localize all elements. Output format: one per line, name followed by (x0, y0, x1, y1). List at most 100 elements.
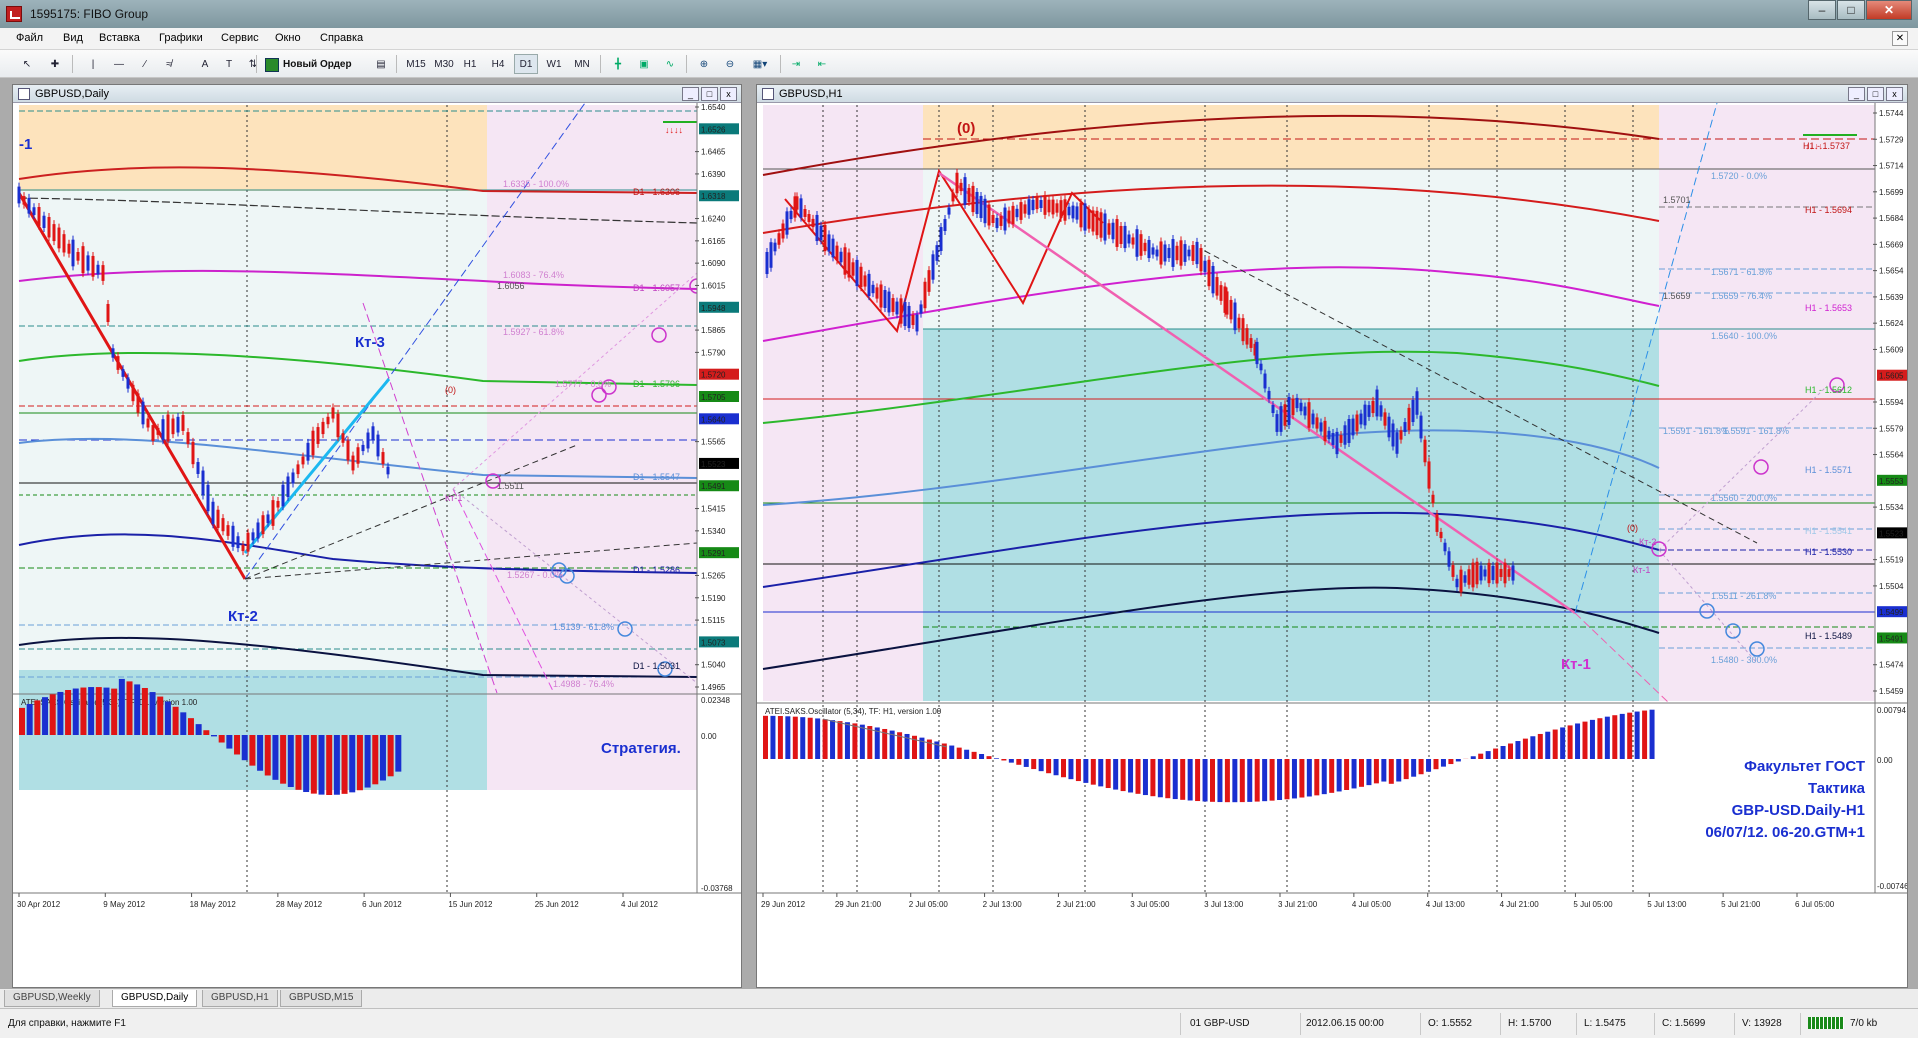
tf-d1[interactable]: D1 (514, 54, 538, 74)
chart-close-button[interactable]: x (1886, 87, 1903, 101)
candle-body (1219, 285, 1223, 301)
maximize-button[interactable]: □ (1837, 0, 1865, 20)
trendline-icon[interactable]: ∕ (136, 54, 154, 74)
chart-shift-icon[interactable]: ⇤ (812, 54, 832, 74)
candle-body (1087, 209, 1091, 229)
date-label: 5 Jul 13:00 (1647, 900, 1687, 909)
tf-mn[interactable]: MN (570, 54, 594, 74)
tf-w1[interactable]: W1 (542, 54, 566, 74)
cursor-icon[interactable]: ↖ (18, 54, 36, 74)
candle-body (931, 254, 935, 280)
tab-gbpusd-weekly[interactable]: GBPUSD,Weekly (4, 990, 100, 1007)
candle-body (951, 192, 955, 202)
candle-chart-icon[interactable]: ▣ (634, 54, 654, 74)
tf-h1[interactable]: H1 (458, 54, 482, 74)
tf-m15[interactable]: M15 (402, 54, 430, 74)
candle-body (1225, 291, 1229, 315)
osc-top: 0.00794 (1877, 706, 1906, 715)
candle-body (1241, 318, 1245, 342)
osc-bar (1277, 759, 1283, 801)
osc-bar (172, 706, 179, 735)
candle-body (843, 247, 847, 275)
text-icon[interactable]: A (196, 54, 214, 74)
label-f6083: 1.6083 - 76.4% (503, 270, 564, 280)
price-label: 1.5948 (701, 304, 726, 313)
osc-bar (949, 745, 955, 759)
label-kt1: Кт-1 (1561, 656, 1591, 673)
horizontal-line-icon[interactable]: — (110, 54, 128, 74)
candle-body (1255, 341, 1259, 365)
candle-body (1199, 248, 1203, 272)
osc-bar (257, 735, 264, 771)
candle-body (67, 243, 71, 254)
candle-body (1107, 223, 1111, 235)
menu-file[interactable]: Файл (16, 32, 43, 44)
candle-body (286, 476, 290, 498)
candle-body (975, 192, 979, 214)
h1-chart-canvas[interactable]: ↓↓↓↓ (0) Кт-1 Кт-1 Кт-2 (0) 1.5720 - 0.0… (757, 103, 1907, 987)
price-label: 1.5523 (1879, 529, 1904, 538)
tile-windows-icon[interactable]: ▦▾ (746, 54, 774, 74)
candle-body (939, 227, 943, 251)
menu-charts[interactable]: Графики (159, 32, 203, 44)
label-h1-5541: H1 - 1.5541 (1805, 526, 1852, 536)
channel-icon[interactable]: ≉ (160, 54, 178, 74)
candle-body (126, 377, 130, 389)
price-label: 1.5040 (701, 661, 726, 670)
tf-m30[interactable]: M30 (430, 54, 458, 74)
status-profile: 01 GBP-USD (1190, 1018, 1250, 1029)
bar-chart-icon[interactable]: ╋ (608, 54, 628, 74)
menu-window[interactable]: Окно (275, 32, 301, 44)
candle-body (987, 204, 991, 226)
osc-bar (1284, 759, 1290, 800)
osc-bar (272, 735, 279, 780)
chart-window-h1[interactable]: GBPUSD,H1 _ □ x ↓↓↓↓ (0) Кт-1 Кт-1 Кт-2 … (756, 84, 1908, 988)
osc-bar (822, 719, 828, 759)
close-button[interactable]: ✕ (1866, 0, 1912, 20)
new-order-button[interactable]: Новый Ордер (262, 54, 372, 74)
candle-body (1307, 402, 1311, 428)
candle-body (1399, 430, 1403, 440)
experts-icon[interactable]: ▤ (372, 54, 390, 74)
autoscroll-icon[interactable]: ⇥ (786, 54, 806, 74)
minimize-button[interactable]: – (1808, 0, 1836, 20)
tab-gbpusd-daily[interactable]: GBPUSD,Daily (112, 990, 198, 1007)
status-traffic: 7/0 kb (1850, 1018, 1878, 1029)
chart-maximize-button[interactable]: □ (1867, 87, 1884, 101)
candle-body (1395, 432, 1399, 454)
price-label: 1.5523 (701, 460, 726, 469)
date-label: 2 Jul 05:00 (909, 900, 949, 909)
menu-help[interactable]: Справка (320, 32, 363, 44)
osc-bar (1232, 759, 1238, 803)
candle-body (176, 416, 180, 433)
candle-body (1379, 405, 1383, 417)
candle-body (336, 413, 340, 438)
tab-gbpusd-m15[interactable]: GBPUSD,M15 (280, 990, 363, 1007)
menu-insert[interactable]: Вставка (99, 32, 140, 44)
close-child-icon[interactable]: ✕ (1892, 31, 1908, 46)
candle-body (1287, 397, 1291, 425)
candle-body (306, 442, 310, 461)
osc-bar (1545, 731, 1551, 759)
price-label: 1.5291 (701, 549, 726, 558)
chart-maximize-button[interactable]: □ (701, 87, 718, 101)
crosshair-icon[interactable]: ✚ (46, 54, 64, 74)
chart-close-button[interactable]: x (720, 87, 737, 101)
candle-body (795, 196, 799, 210)
arrows-icon[interactable]: ⇅ (244, 54, 262, 74)
osc-bar (1500, 746, 1506, 759)
menu-tools[interactable]: Сервис (221, 32, 259, 44)
daily-chart-canvas[interactable]: ↓↓↓↓ -1 Кт-3 Кт-2 Кт-1 (0) D1 - 1.6306 D… (13, 103, 741, 987)
label-icon[interactable]: T (220, 54, 238, 74)
chart-minimize-button[interactable]: _ (682, 87, 699, 101)
tab-gbpusd-h1[interactable]: GBPUSD,H1 (202, 990, 278, 1007)
chart-minimize-button[interactable]: _ (1848, 87, 1865, 101)
line-chart-icon[interactable]: ∿ (660, 54, 680, 74)
vertical-line-icon[interactable]: | (84, 54, 102, 74)
zoom-in-icon[interactable]: ⊕ (694, 54, 714, 74)
zoom-out-icon[interactable]: ⊖ (720, 54, 740, 74)
menu-view[interactable]: Вид (63, 32, 83, 44)
tf-h4[interactable]: H4 (486, 54, 510, 74)
candle-body (1015, 208, 1019, 218)
chart-window-daily[interactable]: GBPUSD,Daily _ □ x ↓↓↓↓ -1 Кт-3 Кт-2 Кт-… (12, 84, 742, 988)
